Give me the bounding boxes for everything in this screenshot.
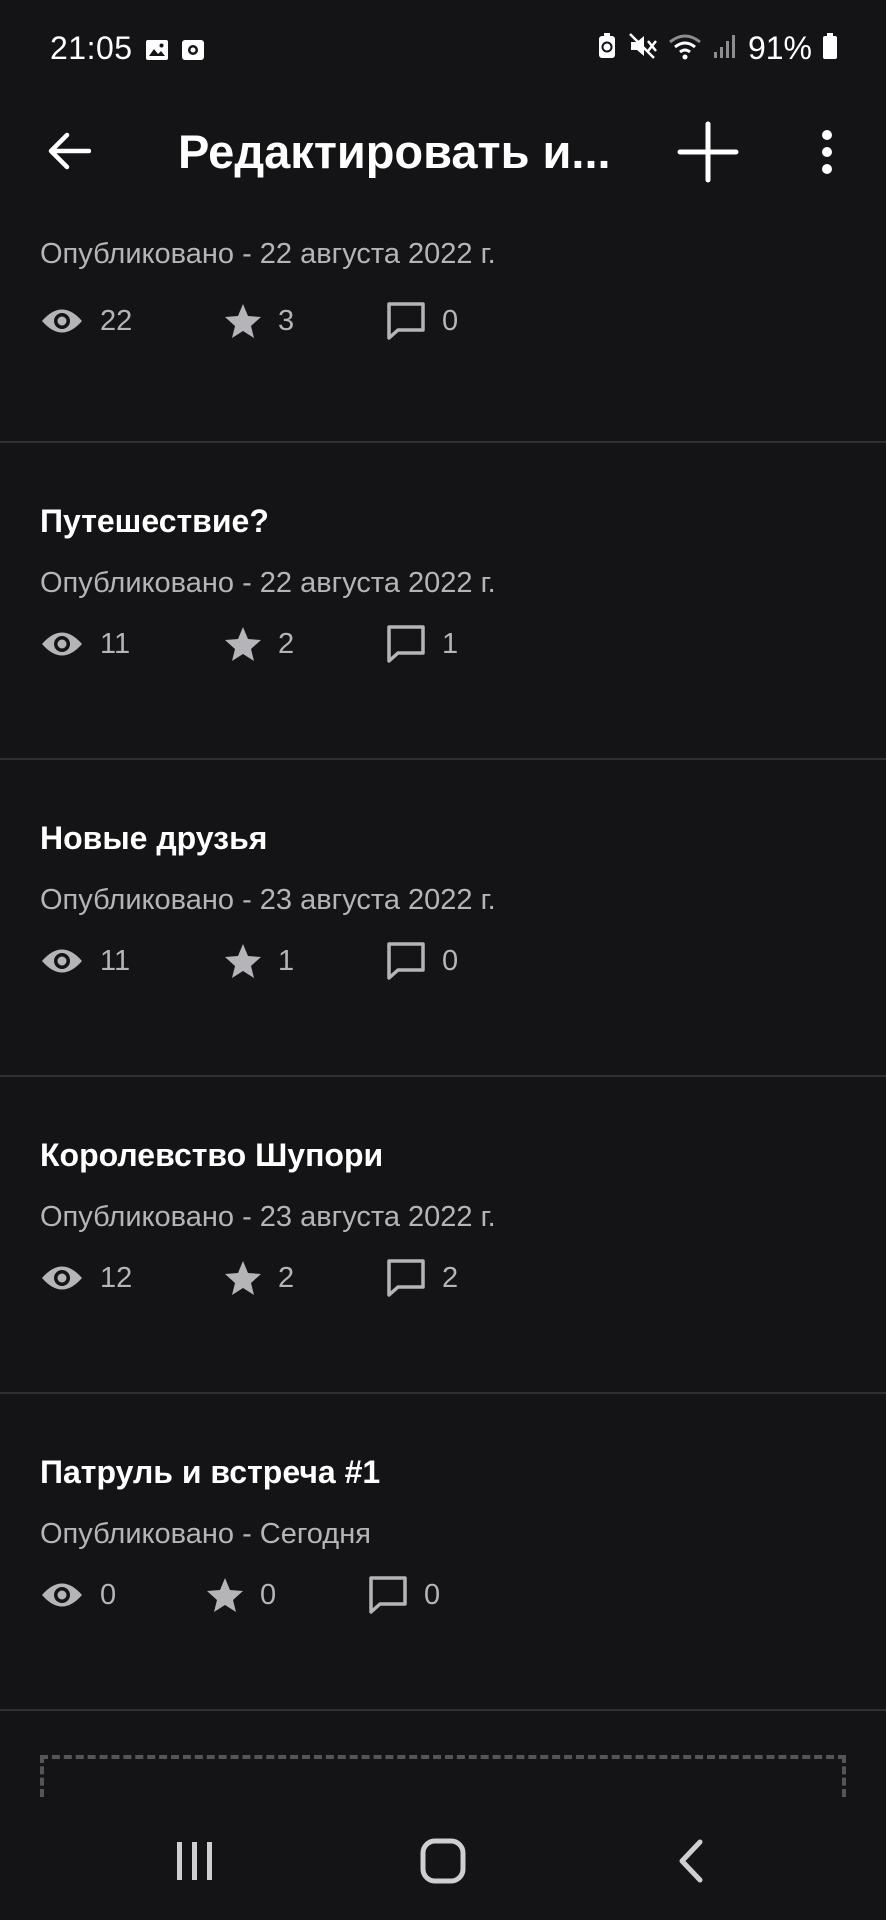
wifi-icon [668, 32, 702, 65]
eye-icon [40, 306, 84, 336]
post-stats: 11 1 0 [40, 938, 740, 984]
post-meta: Опубликовано - 22 августа 2022 г. [40, 567, 496, 599]
eye-icon [40, 1580, 84, 1610]
views-stat: 12 [40, 1255, 132, 1301]
comment-icon [386, 624, 426, 664]
eye-icon [40, 629, 84, 659]
comments-stat: 0 [386, 938, 458, 984]
battery-icon [822, 32, 838, 65]
views-stat: 11 [40, 621, 130, 667]
post-title: Новые друзья [40, 820, 268, 856]
star-icon [224, 303, 262, 339]
home-icon [420, 1838, 466, 1889]
page-title: Редактировать и... [178, 125, 611, 178]
comments-count: 0 [442, 304, 459, 337]
home-button[interactable] [403, 1830, 483, 1896]
comments-count: 1 [442, 627, 459, 660]
gallery-icon [145, 38, 169, 67]
post-stats: 0 0 0 [40, 1572, 740, 1618]
star-icon [206, 1577, 244, 1613]
views-stat: 22 [40, 298, 132, 344]
list-item[interactable]: Патруль и встреча #1 Опубликовано - Сего… [0, 1394, 886, 1711]
eye-icon [40, 946, 84, 976]
more-options-button[interactable] [800, 118, 854, 190]
status-right-icons: 91% [596, 30, 838, 67]
stars-count: 0 [260, 1578, 277, 1611]
battery-percent: 91% [747, 30, 812, 66]
recent-apps-icon [173, 1840, 217, 1887]
stars-count: 2 [278, 1261, 295, 1294]
list-item[interactable]: Новые друзья Опубликовано - 23 августа 2… [0, 760, 886, 1077]
stars-stat: 1 [224, 938, 294, 984]
post-title: Путешествие? [40, 503, 269, 539]
arrow-left-icon [47, 131, 92, 176]
list-item[interactable]: Путешествие? Опубликовано - 22 августа 2… [0, 443, 886, 760]
status-left-icons [145, 38, 205, 67]
system-nav-bar [0, 1800, 886, 1920]
stars-stat: 2 [224, 621, 294, 667]
post-meta: Опубликовано - Сегодня [40, 1518, 371, 1550]
post-meta: Опубликовано - 23 августа 2022 г. [40, 1201, 496, 1233]
list-item[interactable]: Опубликовано - 22 августа 2022 г. 22 3 0 [0, 202, 886, 443]
mute-icon [628, 32, 658, 65]
comments-count: 0 [442, 944, 459, 977]
status-bar: 21:05 91% [0, 0, 886, 100]
stars-count: 3 [278, 304, 295, 337]
system-back-button[interactable] [651, 1830, 731, 1896]
comment-icon [386, 1258, 426, 1298]
views-count: 12 [100, 1261, 133, 1294]
comments-count: 2 [442, 1261, 459, 1294]
comment-icon [368, 1575, 408, 1615]
comments-count: 0 [424, 1578, 441, 1611]
comments-stat: 1 [386, 621, 458, 667]
post-meta: Опубликовано - 22 августа 2022 г. [40, 238, 496, 270]
star-icon [224, 626, 262, 662]
add-button[interactable] [672, 118, 744, 190]
comment-icon [386, 941, 426, 981]
plus-icon [677, 121, 739, 188]
more-vertical-icon [820, 129, 834, 179]
stars-stat: 3 [224, 298, 294, 344]
back-icon [676, 1839, 706, 1888]
post-meta: Опубликовано - 23 августа 2022 г. [40, 884, 496, 916]
views-count: 22 [100, 304, 133, 337]
back-button[interactable] [36, 120, 102, 186]
stars-stat: 0 [206, 1572, 276, 1618]
list-item[interactable]: Королевство Шупори Опубликовано - 23 авг… [0, 1077, 886, 1394]
star-icon [224, 943, 262, 979]
comment-icon [386, 301, 426, 341]
views-count: 0 [100, 1578, 117, 1611]
post-stats: 11 2 1 [40, 621, 740, 667]
post-stats: 12 2 2 [40, 1255, 740, 1301]
stars-count: 2 [278, 627, 295, 660]
comments-stat: 0 [386, 298, 458, 344]
star-icon [224, 1260, 262, 1296]
recent-apps-button[interactable] [155, 1830, 235, 1896]
eye-icon [40, 1263, 84, 1293]
views-stat: 0 [40, 1572, 116, 1618]
status-time: 21:05 [50, 30, 133, 66]
stars-stat: 2 [224, 1255, 294, 1301]
comments-stat: 2 [386, 1255, 458, 1301]
post-stats: 22 3 0 [40, 298, 740, 344]
stars-count: 1 [278, 944, 295, 977]
signal-icon [712, 32, 738, 65]
post-title: Королевство Шупори [40, 1137, 384, 1173]
screen-record-icon [181, 38, 205, 67]
post-title: Патруль и встреча #1 [40, 1454, 381, 1490]
battery-saver-icon [596, 32, 618, 65]
app-bar: Редактировать и... [0, 100, 886, 202]
views-stat: 11 [40, 938, 130, 984]
comments-stat: 0 [368, 1572, 440, 1618]
views-count: 11 [100, 627, 131, 660]
views-count: 11 [100, 944, 131, 977]
